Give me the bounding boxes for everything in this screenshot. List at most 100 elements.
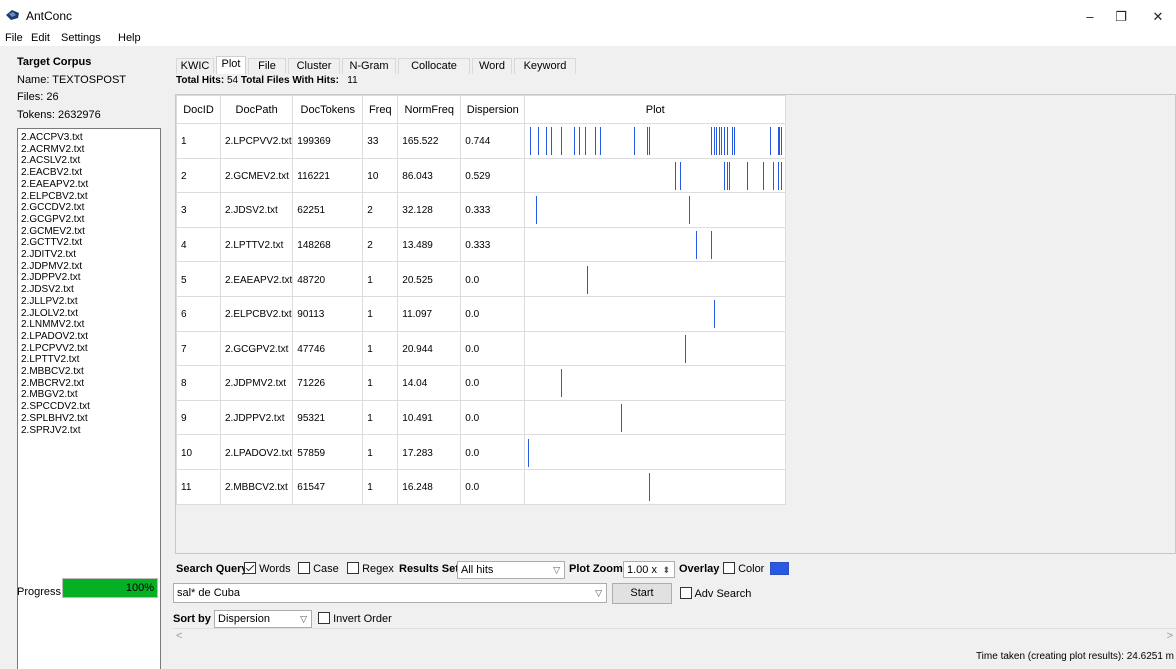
corpus-file-item[interactable]: 2.JDITV2.txt bbox=[21, 249, 160, 261]
hit-marker[interactable] bbox=[594, 127, 596, 156]
menu-settings[interactable]: Settings bbox=[61, 32, 101, 44]
corpus-file-item[interactable]: 2.MBBCV2.txt bbox=[21, 366, 160, 378]
spinner-arrows-icon[interactable]: ⬍ bbox=[662, 562, 670, 578]
hit-marker[interactable] bbox=[713, 300, 715, 329]
invert-order-checkbox[interactable]: Invert Order bbox=[318, 612, 392, 625]
results-set-select[interactable]: All hits ▽ bbox=[457, 561, 565, 579]
col-docpath-header[interactable]: DocPath bbox=[219, 95, 294, 124]
tab-file[interactable]: File bbox=[248, 58, 286, 74]
hit-marker[interactable] bbox=[527, 438, 529, 467]
hit-marker[interactable] bbox=[551, 127, 553, 156]
start-button[interactable]: Start bbox=[612, 583, 672, 604]
tab-word[interactable]: Word bbox=[472, 58, 512, 74]
hit-marker[interactable] bbox=[762, 161, 764, 190]
adv-search-checkbox[interactable]: Adv Search bbox=[680, 587, 751, 600]
table-row[interactable]: 6 2.ELPCBV2.txt 90113 1 11.097 0.0 bbox=[176, 295, 787, 332]
hit-marker[interactable] bbox=[674, 161, 676, 190]
corpus-file-item[interactable]: 2.LPADOV2.txt bbox=[21, 331, 160, 343]
tab-keyword[interactable]: Keyword bbox=[514, 58, 576, 74]
tab-plot[interactable]: Plot bbox=[216, 56, 246, 74]
tab-collocate[interactable]: Collocate bbox=[398, 58, 470, 74]
hit-marker[interactable] bbox=[780, 127, 782, 156]
case-check-icon[interactable] bbox=[298, 562, 310, 574]
corpus-file-item[interactable]: 2.LPTTV2.txt bbox=[21, 354, 160, 366]
hit-marker[interactable] bbox=[633, 127, 635, 156]
hit-marker[interactable] bbox=[689, 196, 691, 225]
regex-checkbox[interactable]: Regex bbox=[347, 562, 394, 575]
table-row[interactable]: 3 2.JDSV2.txt 62251 2 32.128 0.333 bbox=[176, 192, 787, 228]
case-checkbox[interactable]: Case bbox=[298, 562, 339, 575]
hit-marker[interactable] bbox=[649, 473, 651, 502]
col-dispersion-header[interactable]: Dispersion bbox=[460, 95, 526, 124]
words-checkbox[interactable]: Words bbox=[244, 562, 291, 575]
corpus-file-item[interactable]: 2.JDPMV2.txt bbox=[21, 261, 160, 273]
overlay-check-icon[interactable] bbox=[723, 562, 735, 574]
scroll-right-icon[interactable]: > bbox=[1167, 630, 1173, 642]
table-row[interactable]: 5 2.EAEAPV2.txt 48720 1 20.525 0.0 bbox=[176, 261, 787, 297]
corpus-file-item[interactable]: 2.JLOLV2.txt bbox=[21, 308, 160, 320]
hit-marker[interactable] bbox=[772, 161, 774, 190]
corpus-file-item[interactable]: 2.MBCRV2.txt bbox=[21, 378, 160, 390]
plot-zoom-spinner[interactable]: 1.00 x ⬍ bbox=[623, 561, 675, 578]
corpus-file-item[interactable]: 2.LPCPVV2.txt bbox=[21, 343, 160, 355]
minimize-button[interactable]: – bbox=[1075, 6, 1105, 28]
corpus-file-item[interactable]: 2.JLLPV2.txt bbox=[21, 296, 160, 308]
overlay-checkbox[interactable]: Color bbox=[723, 562, 764, 575]
regex-check-icon[interactable] bbox=[347, 562, 359, 574]
corpus-file-item[interactable]: 2.ELPCBV2.txt bbox=[21, 191, 160, 203]
hit-marker[interactable] bbox=[535, 196, 537, 225]
hit-marker[interactable] bbox=[584, 127, 586, 156]
restore-button[interactable]: ❐ bbox=[1106, 6, 1136, 28]
scroll-left-icon[interactable]: < bbox=[176, 630, 182, 642]
table-row[interactable]: 4 2.LPTTV2.txt 148268 2 13.489 0.333 bbox=[176, 226, 787, 263]
col-freq-header[interactable]: Freq bbox=[362, 95, 399, 124]
hit-marker[interactable] bbox=[726, 161, 728, 190]
hit-marker[interactable] bbox=[734, 127, 736, 156]
hit-marker[interactable] bbox=[770, 127, 772, 156]
hit-marker[interactable] bbox=[731, 127, 733, 156]
corpus-file-item[interactable]: 2.JDSV2.txt bbox=[21, 284, 160, 296]
hit-marker[interactable] bbox=[780, 161, 782, 190]
hit-marker[interactable] bbox=[685, 334, 687, 363]
sort-by-select[interactable]: Dispersion ▽ bbox=[214, 610, 312, 628]
hit-marker[interactable] bbox=[649, 127, 651, 156]
corpus-file-item[interactable]: 2.LNMMV2.txt bbox=[21, 319, 160, 331]
tab-kwic[interactable]: KWIC bbox=[176, 58, 214, 74]
hit-marker[interactable] bbox=[718, 127, 720, 156]
table-row[interactable]: 10 2.LPADOV2.txt 57859 1 17.283 0.0 bbox=[176, 434, 787, 470]
plot-color-swatch[interactable] bbox=[770, 562, 789, 575]
corpus-file-item[interactable]: 2.SPCCDV2.txt bbox=[21, 401, 160, 413]
adv-search-check-icon[interactable] bbox=[680, 587, 692, 599]
table-row[interactable]: 7 2.GCGPV2.txt 47746 1 20.944 0.0 bbox=[176, 330, 787, 367]
hit-marker[interactable] bbox=[723, 127, 725, 156]
corpus-file-item[interactable]: 2.GCGPV2.txt bbox=[21, 214, 160, 226]
menu-edit[interactable]: Edit bbox=[31, 32, 50, 44]
hit-marker[interactable] bbox=[646, 127, 648, 156]
words-check-icon[interactable] bbox=[244, 562, 256, 574]
hit-marker[interactable] bbox=[538, 127, 540, 156]
table-row[interactable]: 9 2.JDPPV2.txt 95321 1 10.491 0.0 bbox=[176, 399, 787, 436]
corpus-file-item[interactable]: 2.JDPPV2.txt bbox=[21, 272, 160, 284]
search-query-input[interactable]: sal* de Cuba ▽ bbox=[173, 583, 607, 603]
col-doctokens-header[interactable]: DocTokens bbox=[292, 95, 364, 124]
horizontal-scrollbar[interactable]: < > bbox=[173, 628, 1176, 644]
menu-help[interactable]: Help bbox=[118, 32, 141, 44]
col-plot-header[interactable]: Plot bbox=[524, 95, 787, 124]
hit-marker[interactable] bbox=[587, 265, 589, 294]
corpus-file-item[interactable]: 2.EAEAPV2.txt bbox=[21, 179, 160, 191]
corpus-file-item[interactable]: 2.GCTTV2.txt bbox=[21, 237, 160, 249]
corpus-file-item[interactable]: 2.MBGV2.txt bbox=[21, 389, 160, 401]
hit-marker[interactable] bbox=[620, 404, 622, 433]
hit-marker[interactable] bbox=[530, 127, 532, 156]
hit-marker[interactable] bbox=[711, 231, 713, 260]
hit-marker[interactable] bbox=[778, 161, 780, 190]
hit-marker[interactable] bbox=[729, 161, 731, 190]
col-normfreq-header[interactable]: NormFreq bbox=[397, 95, 462, 124]
hit-marker[interactable] bbox=[680, 161, 682, 190]
hit-marker[interactable] bbox=[726, 127, 728, 156]
corpus-file-item[interactable]: 2.EACBV2.txt bbox=[21, 167, 160, 179]
chevron-down-icon[interactable]: ▽ bbox=[595, 584, 602, 602]
hit-marker[interactable] bbox=[747, 161, 749, 190]
table-row[interactable]: 11 2.MBBCV2.txt 61547 1 16.248 0.0 bbox=[176, 468, 787, 505]
hit-marker[interactable] bbox=[716, 127, 718, 156]
